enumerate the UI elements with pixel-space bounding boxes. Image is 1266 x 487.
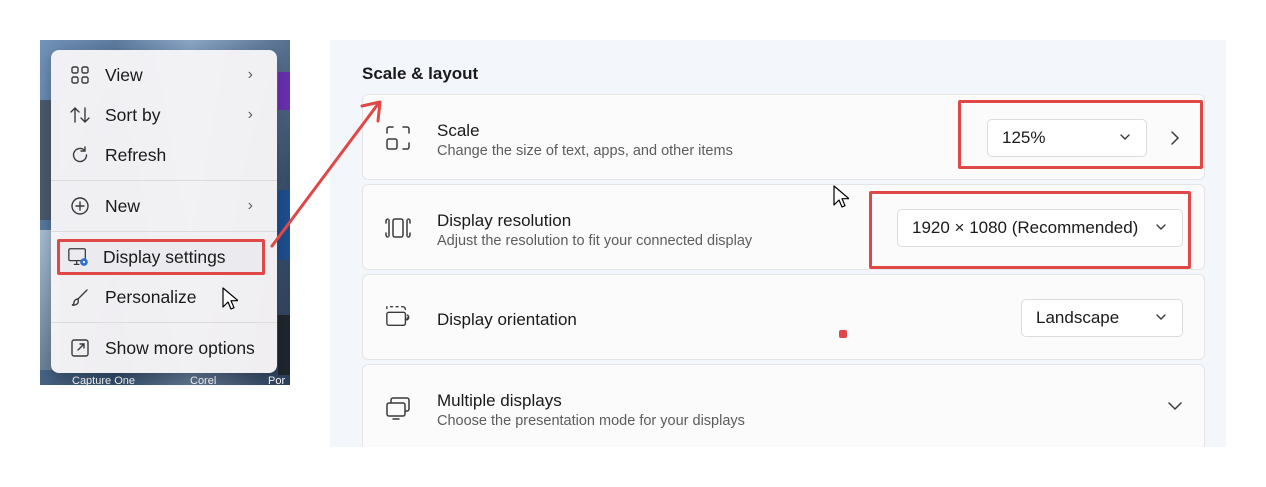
- menu-separator: [51, 322, 277, 323]
- display-settings-panel: Scale & layout Scale Change the size of …: [330, 40, 1226, 447]
- desktop-icon-label: Por: [268, 375, 286, 385]
- chevron-down-icon[interactable]: [1166, 399, 1184, 413]
- desktop-app-icon[interactable]: [278, 72, 290, 110]
- grid-icon: [69, 64, 91, 86]
- resolution-icon: [385, 218, 411, 238]
- scale-description: Change the size of text, apps, and other…: [437, 143, 733, 159]
- external-icon: [69, 337, 91, 359]
- desktop-icon-label: Corel: [190, 375, 217, 385]
- refresh-icon: [69, 144, 91, 166]
- orientation-dropdown[interactable]: Landscape: [1021, 299, 1183, 337]
- menu-item-label: New: [105, 195, 141, 216]
- annotation-box-resolution: [869, 191, 1191, 269]
- menu-item-display-settings[interactable]: Display settings: [57, 239, 265, 275]
- menu-item-refresh[interactable]: Refresh: [59, 137, 269, 173]
- menu-item-label: View: [105, 64, 143, 85]
- menu-item-label: Show more options: [105, 337, 255, 358]
- resolution-title: Display resolution: [437, 211, 572, 230]
- menu-item-new[interactable]: New ›: [59, 188, 269, 224]
- desktop-app-icon[interactable]: [278, 315, 290, 375]
- plus-circle-icon: [69, 195, 91, 217]
- orientation-icon: [386, 306, 410, 326]
- desktop-context-menu: View › Sort by › Refresh New › Display s…: [51, 50, 277, 373]
- display-settings-icon: [67, 246, 89, 268]
- multiple-displays-description: Choose the presentation mode for your di…: [437, 413, 745, 429]
- brush-icon: [69, 286, 91, 308]
- menu-separator: [51, 231, 277, 232]
- chevron-down-icon: [1156, 314, 1166, 320]
- menu-separator: [51, 180, 277, 181]
- scale-title: Scale: [437, 121, 480, 140]
- annotation-box-scale: [958, 100, 1203, 169]
- desktop-app-icon[interactable]: [278, 190, 290, 260]
- chevron-right-icon: ›: [247, 106, 253, 123]
- menu-item-view[interactable]: View ›: [59, 57, 269, 93]
- multiple-displays-title: Multiple displays: [437, 391, 562, 410]
- resolution-description: Adjust the resolution to fit your connec…: [437, 233, 753, 249]
- multiple-displays-icon: [386, 397, 410, 420]
- menu-item-sort-by[interactable]: Sort by ›: [59, 97, 269, 133]
- multiple-displays-card[interactable]: Multiple displays Choose the presentatio…: [362, 364, 1205, 447]
- menu-item-label: Refresh: [105, 144, 167, 165]
- orientation-title: Display orientation: [437, 310, 577, 329]
- menu-item-label: Display settings: [103, 246, 226, 267]
- orientation-value: Landscape: [1036, 308, 1120, 327]
- section-title: Scale & layout: [362, 64, 479, 83]
- scale-icon: [386, 126, 410, 150]
- display-orientation-card: Display orientation Landscape: [362, 274, 1205, 360]
- chevron-right-icon: ›: [247, 66, 253, 83]
- desktop-icon-label: Capture One: [72, 375, 135, 385]
- mouse-pointer-icon: [222, 287, 238, 310]
- mouse-pointer-icon: [833, 185, 849, 208]
- menu-item-label: Personalize: [105, 286, 197, 307]
- annotation-dot: [839, 330, 847, 338]
- chevron-right-icon: ›: [247, 197, 253, 214]
- sort-icon: [69, 104, 91, 126]
- menu-item-label: Sort by: [105, 104, 161, 125]
- menu-item-show-more-options[interactable]: Show more options: [59, 330, 269, 366]
